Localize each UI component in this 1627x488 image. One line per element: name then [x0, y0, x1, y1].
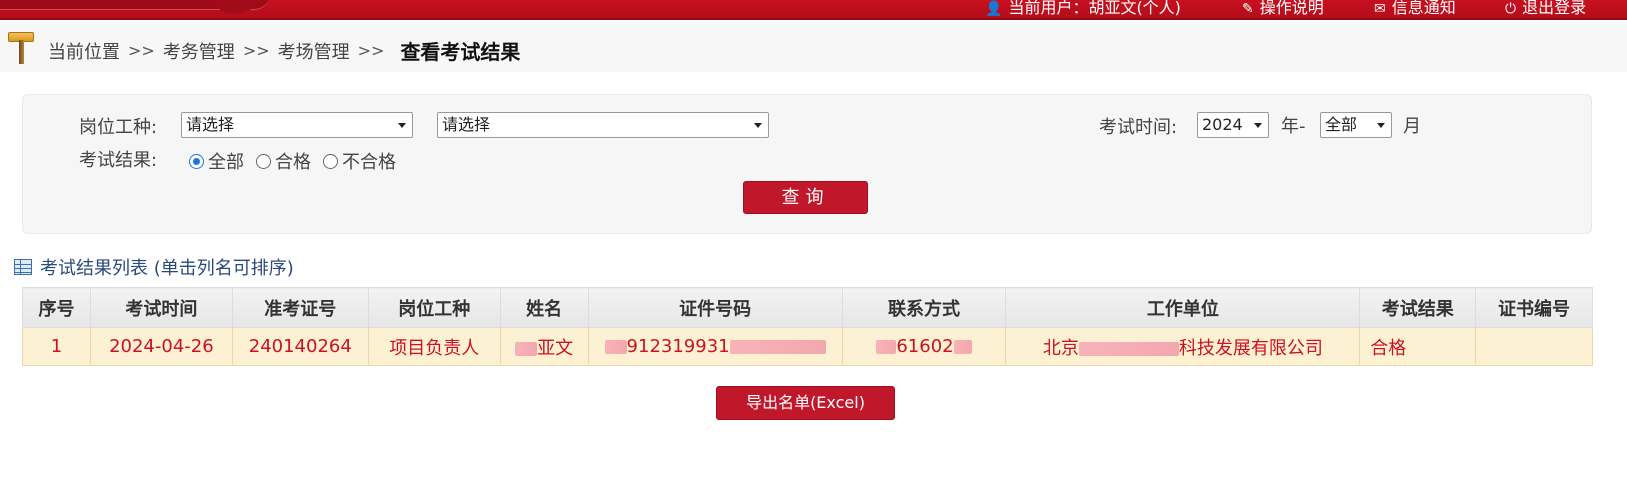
power-icon: ⏻ — [1505, 1, 1517, 17]
column-header-company[interactable]: 工作单位 — [1005, 287, 1361, 328]
mail-icon: ✉ — [1374, 1, 1386, 17]
cell-company: 北京 科技发展有限公司 — [1005, 327, 1361, 366]
result-option-label: 全部 — [208, 152, 244, 173]
cell-name: 亚文 — [499, 327, 589, 366]
column-header-name[interactable]: 姓名 — [499, 287, 589, 328]
breadcrumb-separator: >> — [242, 41, 270, 60]
position-category-value: 请选择 — [186, 115, 235, 134]
help-label: 操作说明 — [1259, 0, 1324, 17]
notice-link[interactable]: ✉ 信息通知 — [1374, 0, 1456, 19]
column-header-result[interactable]: 考试结果 — [1359, 287, 1477, 328]
redaction-mark — [515, 341, 538, 356]
redaction-mark — [1078, 341, 1179, 356]
cell-result: 合格 — [1359, 327, 1477, 366]
result-radio-pass[interactable]: 合格 — [256, 148, 311, 174]
cell-contact: 61602 — [841, 327, 1007, 366]
result-radio-group: 全部 合格 不合格 — [189, 148, 408, 174]
exam-time-label: 考试时间: — [1099, 117, 1178, 138]
column-header-index[interactable]: 序号 — [22, 287, 91, 328]
logout-label: 退出登录 — [1522, 0, 1587, 17]
position-type-select[interactable]: 请选择 — [437, 112, 769, 138]
year-select[interactable]: 2024 — [1197, 112, 1269, 138]
column-header-cert-no[interactable]: 证书编号 — [1475, 287, 1593, 328]
user-icon: 👤 — [985, 1, 1003, 17]
redaction-mark — [604, 340, 627, 354]
help-icon: ✎ — [1242, 1, 1254, 17]
header-logo-emblem — [215, 0, 255, 14]
result-list-title: 考试结果列表 (单击列名可排序) — [14, 254, 294, 280]
year-suffix: 年- — [1281, 116, 1306, 137]
results-table: 序号 考试时间 准考证号 岗位工种 姓名 证件号码 联系方式 工作单位 考试结果… — [22, 287, 1593, 366]
cell-name-text: 亚文 — [537, 337, 574, 359]
column-header-ticket-no[interactable]: 准考证号 — [231, 287, 369, 328]
month-select[interactable]: 全部 — [1320, 112, 1392, 138]
chevron-down-icon — [754, 123, 762, 128]
cell-contact-text: 61602 — [896, 336, 954, 357]
result-label: 考试结果: — [79, 150, 158, 171]
cell-company-start: 北京 — [1042, 337, 1079, 359]
result-list-title-text: 考试结果列表 (单击列名可排序) — [40, 258, 294, 279]
cell-id-no-text: 912319931 — [626, 336, 730, 357]
query-button[interactable]: 查询 — [743, 181, 868, 214]
export-excel-button[interactable]: 导出名单(Excel) — [716, 386, 895, 420]
breadcrumb: 当前位置 >> 考务管理 >> 考场管理 >> 查看考试结果 — [48, 36, 520, 65]
signpost-icon — [8, 28, 38, 64]
table-row[interactable]: 1 2024-04-26 240140264 项目负责人 亚文 91231993… — [22, 327, 1593, 366]
current-user-info: 👤 当前用户：胡亚文(个人) — [985, 0, 1181, 19]
breadcrumb-item-exam-room[interactable]: 考场管理 — [278, 38, 350, 64]
month-value: 全部 — [1325, 115, 1358, 134]
logout-link[interactable]: ⏻ 退出登录 — [1505, 0, 1586, 19]
breadcrumb-bar: 当前位置 >> 考务管理 >> 考场管理 >> 查看考试结果 — [0, 22, 1627, 72]
filter-panel: 岗位工种: 请选择 请选择 考试时间: 2024 年- 全部 月 考试结果: 全… — [22, 94, 1592, 234]
cell-index: 1 — [22, 327, 91, 366]
redaction-mark — [876, 340, 897, 354]
chevron-down-icon — [1254, 123, 1262, 128]
current-user-label: 当前用户：胡亚文(个人) — [1008, 0, 1181, 17]
cell-exam-time: 2024-04-26 — [89, 327, 233, 366]
radio-checked-icon — [189, 153, 204, 169]
month-suffix: 月 — [1403, 116, 1421, 137]
breadcrumb-separator: >> — [357, 41, 385, 60]
column-header-exam-time[interactable]: 考试时间 — [89, 287, 233, 328]
chevron-down-icon — [398, 123, 406, 128]
table-icon — [14, 259, 32, 275]
column-header-contact[interactable]: 联系方式 — [841, 287, 1007, 328]
cell-ticket-no: 240140264 — [231, 327, 369, 366]
breadcrumb-separator: >> — [128, 41, 155, 60]
result-option-label: 合格 — [275, 152, 311, 173]
column-header-id-no[interactable]: 证件号码 — [587, 287, 843, 328]
result-option-label: 不合格 — [342, 152, 396, 173]
breadcrumb-item-exam-affairs[interactable]: 考务管理 — [163, 38, 235, 64]
result-radio-fail[interactable]: 不合格 — [323, 148, 396, 174]
cell-company-end: 科技发展有限公司 — [1178, 337, 1323, 359]
year-value: 2024 — [1202, 115, 1243, 134]
radio-unchecked-icon — [323, 153, 338, 169]
chevron-down-icon — [1377, 123, 1385, 128]
help-link[interactable]: ✎ 操作说明 — [1242, 0, 1324, 19]
redaction-mark — [729, 340, 826, 354]
cell-position: 项目负责人 — [367, 327, 501, 366]
page-title: 查看考试结果 — [400, 40, 521, 64]
table-header-row: 序号 考试时间 准考证号 岗位工种 姓名 证件号码 联系方式 工作单位 考试结果… — [22, 287, 1593, 328]
radio-unchecked-icon — [256, 153, 271, 169]
top-header: 👤 当前用户：胡亚文(个人) ✎ 操作说明 ✉ 信息通知 ⏻ 退出登录 — [0, 0, 1627, 20]
cell-cert-no — [1475, 327, 1593, 366]
cell-id-no: 912319931 — [587, 327, 843, 366]
position-label: 岗位工种: — [79, 117, 158, 138]
breadcrumb-item-location: 当前位置 — [48, 41, 120, 63]
position-category-select[interactable]: 请选择 — [181, 112, 413, 138]
redaction-mark — [953, 340, 972, 354]
column-header-position[interactable]: 岗位工种 — [367, 287, 501, 328]
position-type-value: 请选择 — [442, 115, 491, 134]
result-radio-all[interactable]: 全部 — [189, 148, 244, 174]
notice-label: 信息通知 — [1391, 0, 1456, 17]
